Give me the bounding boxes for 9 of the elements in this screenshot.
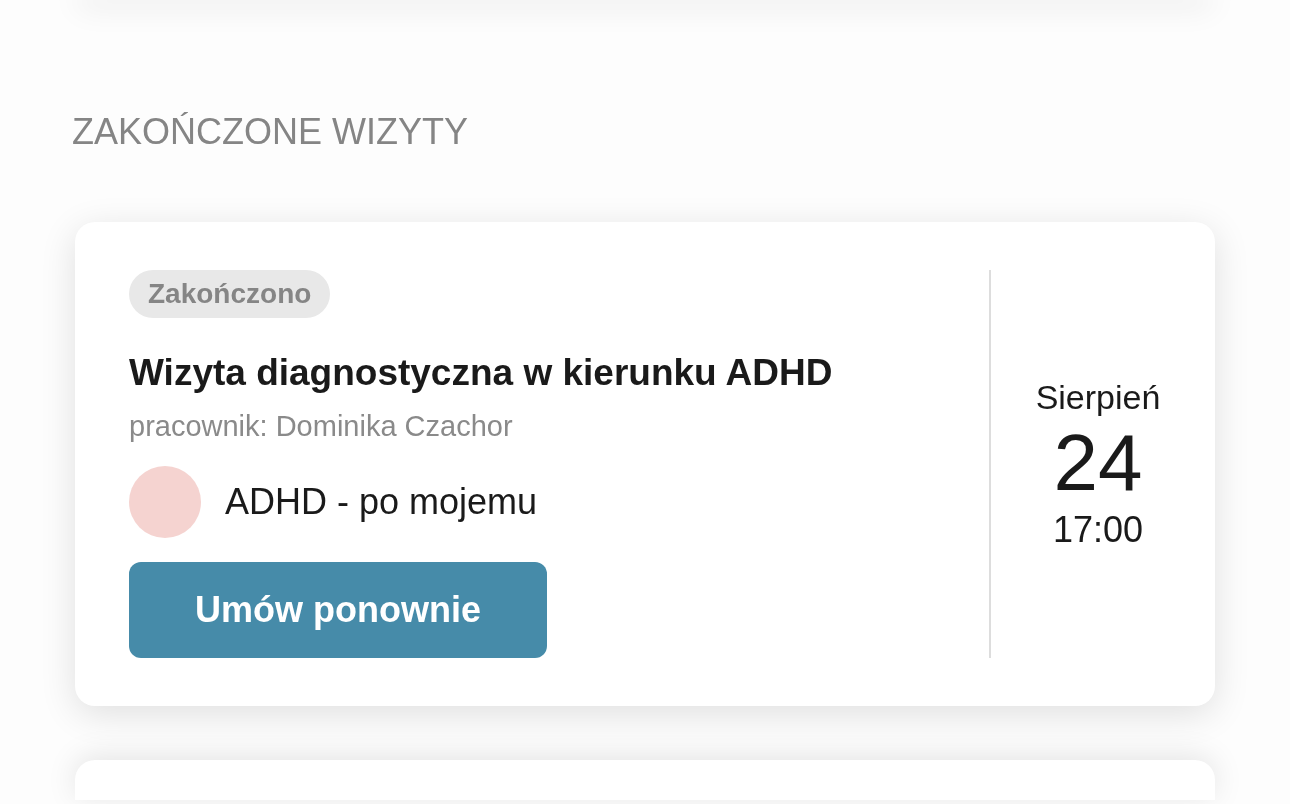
- rebook-button[interactable]: Umów ponownie: [129, 562, 547, 658]
- service-name: ADHD - po mojemu: [225, 480, 538, 524]
- section-title: ZAKOŃCZONE WIZYTY: [72, 110, 468, 154]
- date-day: 24: [1053, 418, 1143, 508]
- visit-time: 17:00: [1052, 508, 1144, 552]
- date-month: Sierpień: [1035, 377, 1161, 418]
- visit-title: Wizyta diagnostyczna w kierunku ADHD: [129, 351, 833, 395]
- status-badge: Zakończono: [129, 270, 331, 318]
- employee-name: pracownik: Dominika Czachor: [129, 409, 513, 444]
